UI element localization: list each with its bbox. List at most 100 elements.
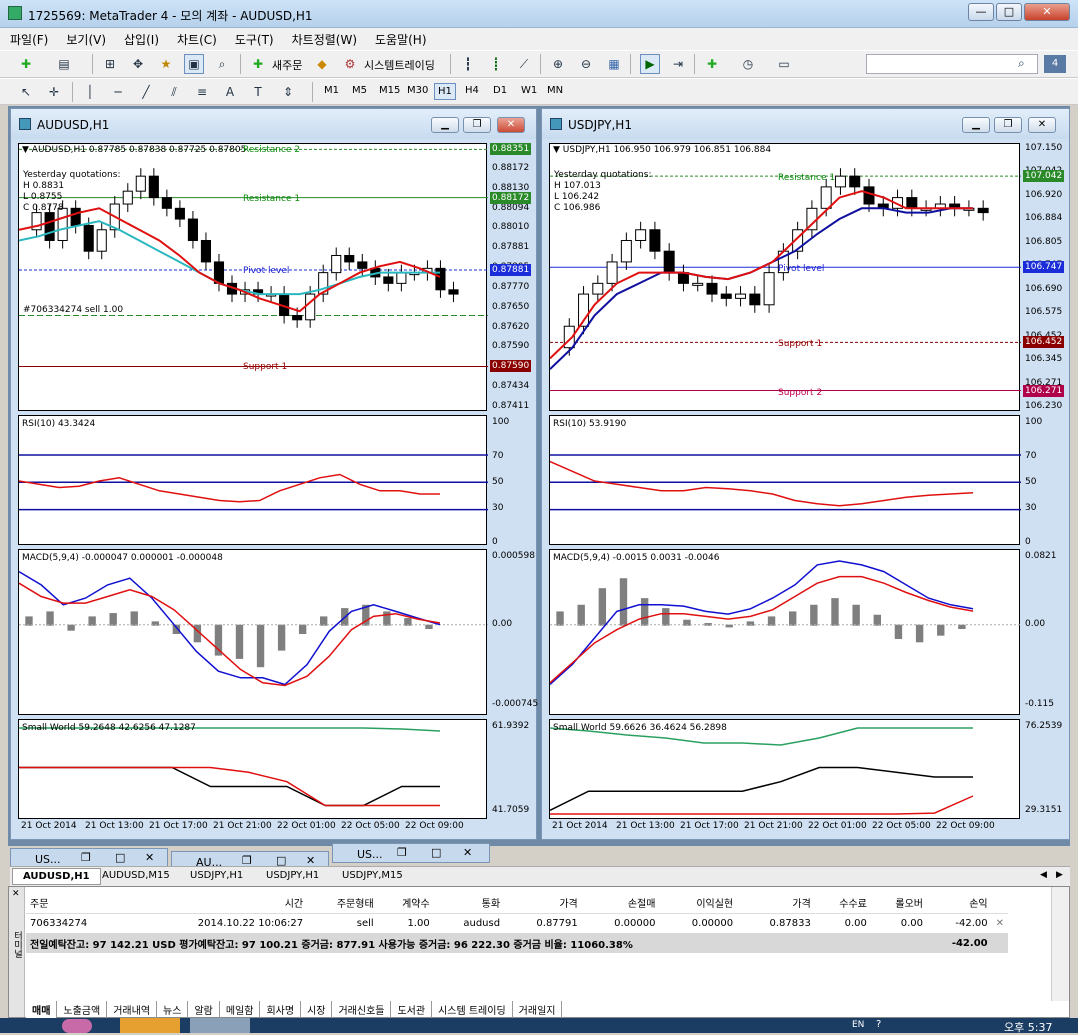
tab-alerts[interactable]: 알람 — [188, 1001, 220, 1018]
language-indicator[interactable]: EN — [852, 1020, 864, 1030]
chart-tab[interactable]: USDJPY,H1 — [180, 868, 253, 885]
col-type[interactable]: 주문형태 — [307, 893, 378, 914]
tab-market[interactable]: 시장 — [301, 1001, 333, 1018]
restore-icon[interactable]: ❐ — [81, 851, 91, 864]
tf-m1[interactable]: M1 — [321, 83, 342, 98]
task-folder-icon[interactable] — [120, 1018, 180, 1033]
tf-w1[interactable]: W1 — [518, 83, 540, 98]
col-sl[interactable]: 손절매 — [581, 893, 660, 914]
tester-icon[interactable]: ⌕ — [212, 54, 232, 74]
col-time[interactable]: 시간 — [128, 893, 308, 914]
periods-icon[interactable]: ◷ — [738, 54, 758, 74]
chart-pane-sw[interactable]: Small World 59.6626 36.4624 56.2898 — [549, 719, 1020, 819]
tab-scroll-left-icon[interactable]: ◀ — [1040, 870, 1047, 880]
menu-insert[interactable]: 삽입(I) — [114, 28, 167, 48]
text-icon[interactable]: A — [220, 82, 240, 102]
chart-pane-sw[interactable]: Small World 59.2648 42.6256 47.1287 — [18, 719, 487, 819]
chart-window-audusd[interactable]: AUDUSD,H1 ▁ ❐ ✕ ▼ AUDUSD,H1 0.87785 0.87… — [10, 108, 538, 840]
chart-pane-rsi[interactable]: RSI(10) 43.3424 — [18, 415, 488, 545]
expert-trading-button[interactable]: 시스템트레이딩 — [364, 57, 435, 73]
tab-library[interactable]: 도서관 — [391, 1001, 433, 1018]
col-commission[interactable]: 수수료 — [814, 893, 871, 914]
minimized-window[interactable]: US... ❐ □ ✕ — [332, 843, 490, 863]
chart-restore-button[interactable]: ❐ — [994, 117, 1022, 133]
data-window-icon[interactable]: ★ — [156, 54, 176, 74]
task-app-icon[interactable] — [190, 1018, 250, 1033]
col-price[interactable]: 가격 — [504, 893, 582, 914]
tab-mailbox[interactable]: 메일함 — [220, 1001, 261, 1018]
chart-tab[interactable]: AUDUSD,H1 — [12, 868, 101, 885]
tf-d1[interactable]: D1 — [490, 83, 510, 98]
menu-help[interactable]: 도움말(H) — [365, 28, 435, 48]
auto-scroll-icon[interactable]: ▶ — [640, 54, 660, 74]
scrollbar[interactable] — [1051, 887, 1069, 1001]
chart-restore-button[interactable]: ❐ — [463, 117, 491, 133]
chart-pane-main[interactable]: ▼ AUDUSD,H1 0.87785 0.87838 0.87725 0.87… — [18, 143, 488, 411]
vertical-line-icon[interactable]: │ — [80, 82, 100, 102]
new-order-icon[interactable]: ✚ — [248, 54, 268, 74]
close-icon[interactable]: ✕ — [463, 846, 472, 859]
navigator-icon[interactable]: ✥ — [128, 54, 148, 74]
candlestick-icon[interactable]: ┋ — [486, 54, 506, 74]
trendline-icon[interactable]: ╱ — [136, 82, 156, 102]
bar-chart-icon[interactable]: ┇ — [458, 54, 478, 74]
maximize-icon[interactable]: □ — [115, 851, 125, 864]
tf-h4[interactable]: H4 — [462, 83, 482, 98]
templates-icon[interactable]: ▭ — [774, 54, 794, 74]
tab-company[interactable]: 회사명 — [260, 1001, 302, 1018]
tab-journal[interactable]: 거래일지 — [513, 1001, 563, 1018]
tab-exposure[interactable]: 노출금액 — [57, 1001, 108, 1018]
chart-pane-macd[interactable]: MACD(5,9,4) -0.0015 0.0031 -0.0046 — [549, 549, 1021, 715]
chart-close-button[interactable]: ✕ — [497, 117, 525, 133]
market-watch-icon[interactable]: ⊞ — [100, 54, 120, 74]
col-order[interactable]: 주문 — [26, 893, 129, 914]
help-icon[interactable]: ? — [876, 1019, 881, 1030]
menu-window[interactable]: 차트정렬(W) — [282, 28, 365, 48]
close-button[interactable]: ✕ — [1024, 3, 1070, 21]
zoom-out-icon[interactable]: ⊖ — [576, 54, 596, 74]
chart-shift-icon[interactable]: ⇥ — [668, 54, 688, 74]
chart-window-usdjpy[interactable]: USDJPY,H1 ▁ ❐ ✕ ▼ USDJPY,H1 106.950 106.… — [541, 108, 1070, 840]
tab-news[interactable]: 뉴스 — [157, 1001, 189, 1018]
cursor-icon[interactable]: ↖ — [16, 82, 36, 102]
notification-badge[interactable]: 4 — [1044, 55, 1066, 73]
terminal-icon[interactable]: ▣ — [184, 54, 204, 74]
chart-pane-macd[interactable]: MACD(5,9,4) -0.000047 0.000001 -0.000048 — [18, 549, 488, 715]
tile-windows-icon[interactable]: ▦ — [604, 54, 624, 74]
tf-m5[interactable]: M5 — [349, 83, 370, 98]
new-order-button[interactable]: 새주문 — [272, 57, 302, 73]
table-row[interactable]: 706334274 2014.10.22 10:06:27 sell 1.00 … — [26, 913, 1008, 933]
chart-pane-rsi[interactable]: RSI(10) 53.9190 — [549, 415, 1021, 545]
menu-tools[interactable]: 도구(T) — [225, 28, 282, 48]
tab-experts[interactable]: 시스템 트레이딩 — [432, 1001, 513, 1018]
menu-chart[interactable]: 차트(C) — [167, 28, 225, 48]
menu-view[interactable]: 보기(V) — [56, 28, 114, 48]
chart-tab[interactable]: USDJPY,H1 — [256, 868, 329, 885]
col-tp[interactable]: 이익실현 — [659, 893, 738, 914]
close-order-icon[interactable]: ✕ — [992, 913, 1008, 933]
tab-scroll-right-icon[interactable]: ▶ — [1056, 870, 1063, 880]
equidistant-channel-icon[interactable]: ⫽ — [164, 82, 184, 102]
tab-trade[interactable]: 매매 — [26, 1001, 58, 1018]
chart-close-button[interactable]: ✕ — [1028, 117, 1056, 133]
expert-trading-icon[interactable]: ⚙ — [340, 54, 360, 74]
crosshair-icon[interactable]: ✛ — [44, 82, 64, 102]
chart-minimize-button[interactable]: ▁ — [962, 117, 990, 133]
menu-file[interactable]: 파일(F) — [0, 28, 56, 48]
search-icon[interactable]: ⌕ — [1018, 56, 1025, 71]
chart-pane-main[interactable]: ▼ USDJPY,H1 106.950 106.979 106.851 106.… — [549, 143, 1021, 411]
search-input[interactable] — [866, 54, 1038, 74]
line-chart-icon[interactable]: ⟋ — [514, 54, 534, 74]
col-profit[interactable]: 손익 — [926, 893, 992, 914]
start-orb-icon[interactable] — [62, 1019, 92, 1033]
close-terminal-icon[interactable]: ✕ — [12, 889, 20, 899]
tf-m15[interactable]: M15 — [376, 83, 403, 98]
horizontal-line-icon[interactable]: ─ — [108, 82, 128, 102]
zoom-in-icon[interactable]: ⊕ — [548, 54, 568, 74]
tf-h1[interactable]: H1 — [434, 83, 456, 100]
minimized-window[interactable]: US... ❐ □ ✕ — [10, 848, 168, 868]
col-symbol[interactable]: 통화 — [433, 893, 505, 914]
chart-tab[interactable]: USDJPY,M15 — [332, 868, 413, 885]
tf-m30[interactable]: M30 — [404, 83, 431, 98]
arrows-icon[interactable]: ⇕ — [278, 82, 298, 102]
